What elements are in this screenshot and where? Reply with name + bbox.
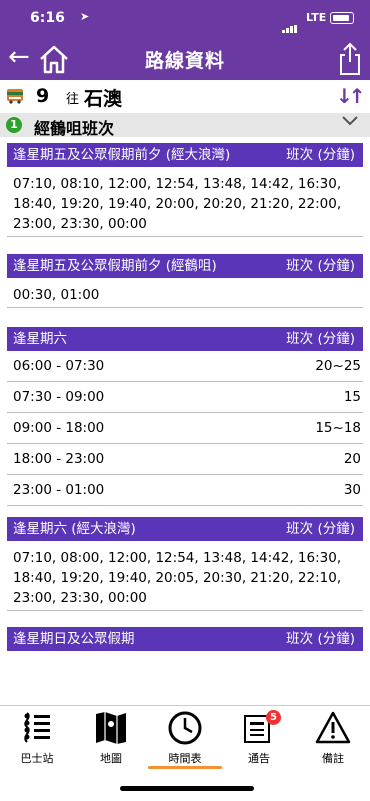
timetable-section: 逢星期五及公眾假期前夕 (經大浪灣) 班次 (分鐘) 07:10, 08:10,… <box>7 143 363 237</box>
tab-label: 地圖 <box>100 752 122 765</box>
swap-direction-icon[interactable]: ↓↑ <box>336 84 365 108</box>
table-row: 23:00 - 01:00 30 <box>7 475 363 506</box>
section-title: 逢星期六 (經大浪灣) <box>13 521 136 537</box>
times-line: 23:00, 23:30, 00:00 <box>13 216 147 232</box>
route-header: 9 往 石澳 ↓↑ <box>0 80 370 114</box>
signal-icon <box>282 14 304 33</box>
frequency-table: 06:00 - 07:30 20~25 07:30 - 09:00 15 09:00… <box>7 351 363 506</box>
section-header: 逢星期六 (經大浪灣) 班次 (分鐘) <box>7 517 363 541</box>
frequency-cell: 15 <box>343 389 361 405</box>
period-cell: 07:30 - 09:00 <box>13 389 105 405</box>
timetable-section: 逢星期六 (經大浪灣) 班次 (分鐘) 07:10, 08:00, 12:00,… <box>7 517 363 611</box>
section-title: 逢星期日及公眾假期 <box>13 631 135 647</box>
tab-label: 備註 <box>322 752 344 765</box>
section-header: 逢星期五及公眾假期前夕 (經大浪灣) 班次 (分鐘) <box>7 143 363 167</box>
route-destination: 石澳 <box>84 88 123 110</box>
table-row: 09:00 - 18:00 15~18 <box>7 413 363 444</box>
section-header: 逢星期六 班次 (分鐘) <box>7 327 363 351</box>
table-row: 18:00 - 23:00 20 <box>7 444 363 475</box>
timetable-section: 逢星期日及公眾假期 班次 (分鐘) <box>7 627 363 651</box>
frequency-header: 班次 (分鐘) <box>286 147 355 163</box>
bus-icon <box>7 89 23 104</box>
period-cell: 18:00 - 23:00 <box>13 451 105 467</box>
variant-label: 經鶴咀班次 <box>34 119 115 138</box>
battery-icon <box>330 12 354 24</box>
section-header: 逢星期五及公眾假期前夕 (經鶴咀) 班次 (分鐘) <box>7 254 363 278</box>
active-tab-indicator <box>148 766 222 769</box>
frequency-cell: 15~18 <box>315 420 361 436</box>
period-cell: 23:00 - 01:00 <box>13 482 105 498</box>
times-line: 18:40, 19:20, 19:40, 20:00, 20:20, 21:20… <box>13 196 342 212</box>
frequency-header: 班次 (分鐘) <box>286 331 355 347</box>
frequency-header: 班次 (分鐘) <box>286 521 355 537</box>
location-arrow-icon: ➤ <box>80 10 90 23</box>
frequency-cell: 20~25 <box>315 358 361 374</box>
tab-label: 巴士站 <box>20 752 54 765</box>
route-number: 9 <box>36 85 50 107</box>
times-line: 00:30, 01:00 <box>13 287 100 303</box>
back-arrow-icon[interactable]: ← <box>8 42 30 72</box>
frequency-cell: 20 <box>343 451 361 467</box>
tab-remarks[interactable]: 備註 <box>296 708 370 770</box>
timetable-section: 逢星期五及公眾假期前夕 (經鶴咀) 班次 (分鐘) 00:30, 01:00 <box>7 254 363 308</box>
clock-icon <box>168 711 202 745</box>
carrier-label: LTE <box>306 11 327 24</box>
departure-times: 07:10, 08:00, 12:00, 12:54, 13:48, 14:42… <box>7 541 363 611</box>
status-bar: 6:16 ➤ LTE <box>0 0 370 36</box>
timetable-section: 逢星期六 班次 (分鐘) 06:00 - 07:30 20~25 07:30 - … <box>7 327 363 506</box>
route-variant-selector[interactable]: 1 經鶴咀班次 <box>0 113 370 138</box>
nav-bar: ← 路線資料 <box>0 36 370 80</box>
times-line: 23:00, 23:30, 00:00 <box>13 590 147 606</box>
tab-label: 時間表 <box>168 752 202 765</box>
table-row: 07:30 - 09:00 15 <box>7 382 363 413</box>
notification-badge: 5 <box>266 710 281 725</box>
status-time: 6:16 <box>30 10 65 26</box>
times-line: 18:40, 19:20, 19:40, 20:05, 20:30, 21:20… <box>13 570 342 586</box>
frequency-header: 班次 (分鐘) <box>286 258 355 274</box>
times-line: 07:10, 08:10, 12:00, 12:54, 13:48, 14:42… <box>13 176 342 192</box>
timetable-list[interactable]: 逢星期五及公眾假期前夕 (經大浪灣) 班次 (分鐘) 07:10, 08:10,… <box>0 137 370 705</box>
bus-stops-icon <box>24 712 50 743</box>
map-icon <box>96 712 126 744</box>
home-indicator <box>120 786 254 791</box>
section-title: 逢星期五及公眾假期前夕 (經鶴咀) <box>13 258 217 274</box>
direction-prefix: 往 <box>66 92 80 107</box>
warning-icon <box>315 711 351 744</box>
home-icon[interactable] <box>38 44 70 74</box>
tab-timetable[interactable]: 時間表 <box>148 708 222 770</box>
tab-label: 通告 <box>248 752 270 765</box>
section-header: 逢星期日及公眾假期 班次 (分鐘) <box>7 627 363 651</box>
section-title: 逢星期五及公眾假期前夕 (經大浪灣) <box>13 147 231 163</box>
period-cell: 09:00 - 18:00 <box>13 420 105 436</box>
times-line: 07:10, 08:00, 12:00, 12:54, 13:48, 14:42… <box>13 550 342 566</box>
departure-times: 07:10, 08:10, 12:00, 12:54, 13:48, 14:42… <box>7 167 363 237</box>
tab-map[interactable]: 地圖 <box>74 708 148 770</box>
period-cell: 06:00 - 07:30 <box>13 358 105 374</box>
chevron-down-icon[interactable] <box>342 115 358 127</box>
table-row: 06:00 - 07:30 20~25 <box>7 351 363 382</box>
share-icon[interactable] <box>338 42 362 76</box>
tab-notices[interactable]: 5 通告 <box>222 708 296 770</box>
frequency-cell: 30 <box>343 482 361 498</box>
variant-index-badge: 1 <box>6 117 22 133</box>
section-title: 逢星期六 <box>13 331 67 347</box>
departure-times: 00:30, 01:00 <box>7 278 363 308</box>
tab-bus-stops[interactable]: 巴士站 <box>0 708 74 770</box>
frequency-header: 班次 (分鐘) <box>286 631 355 647</box>
